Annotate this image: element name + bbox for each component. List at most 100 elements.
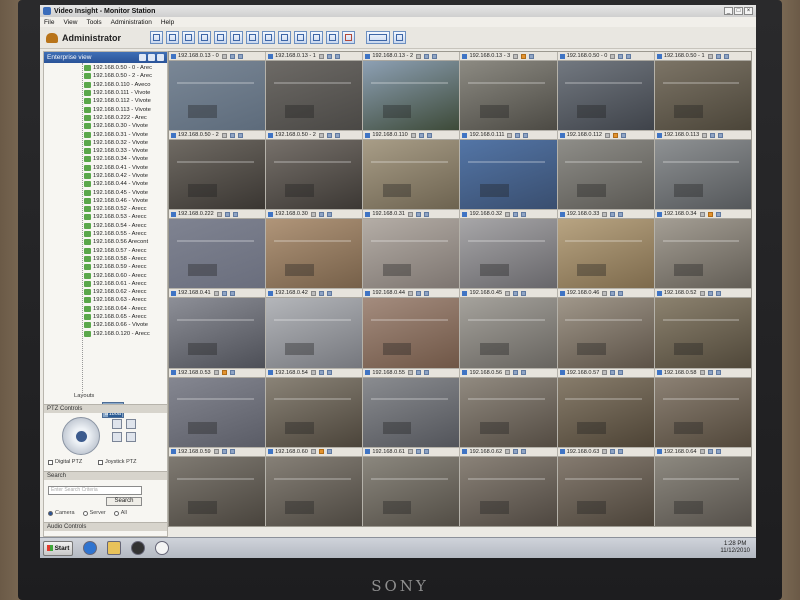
camera-video-feed[interactable] [654,456,751,526]
audio-icon[interactable] [237,132,243,138]
record-icon[interactable] [318,211,324,217]
camera-tile[interactable]: 192.168.0.58 [654,368,751,447]
snapshot-icon[interactable] [507,132,513,138]
snapshot-icon[interactable] [221,132,227,138]
tree-camera-item[interactable]: 192.168.0.32 - Vivote [44,139,167,147]
camera-tile[interactable]: 192.168.0.50 - 1 [654,52,751,131]
audio-controls-header[interactable]: Audio Controls [44,522,167,531]
tree-camera-item[interactable]: 192.168.0.44 - Vivote [44,180,167,188]
tree-camera-item[interactable]: 192.168.0.58 - Arecc [44,255,167,263]
tree-camera-item[interactable]: 192.168.0.53 - Arecc [44,213,167,221]
layout-1x1-button[interactable] [150,31,163,44]
camera-tile[interactable]: 192.168.0.46 [557,289,654,368]
record-icon[interactable] [326,53,332,59]
audio-icon[interactable] [326,211,332,217]
camera-tile[interactable]: 192.168.0.13 - 1 [266,52,363,131]
audio-icon[interactable] [334,53,340,59]
tree-camera-item[interactable]: 192.168.0.52 - Arecc [44,205,167,213]
zoom-in-button[interactable] [112,419,122,429]
record-icon[interactable] [521,53,527,59]
camera-tile[interactable]: 192.168.0.52 [654,289,751,368]
record-icon[interactable] [707,290,713,296]
camera-tile[interactable]: 192.168.0.222 [169,210,266,289]
tree-camera-item[interactable]: 192.168.0.110 - Aveco [44,81,167,89]
tree-camera-item[interactable]: 192.168.0.112 - Vivote [44,97,167,105]
record-icon[interactable] [610,370,616,376]
audio-icon[interactable] [618,211,624,217]
tree-camera-item[interactable]: 192.168.0.56 Arecont [44,238,167,246]
snapshot-icon[interactable] [610,53,616,59]
camera-tile[interactable]: 192.168.0.41 [169,289,266,368]
audio-icon[interactable] [715,290,721,296]
record-icon[interactable] [513,370,519,376]
camera-video-feed[interactable] [557,219,654,289]
record-icon[interactable] [224,211,230,217]
ptz-controls-header[interactable]: PTZ Controls [44,404,167,413]
layout-1plus7-button[interactable] [262,31,275,44]
system-clock[interactable]: 1:28 PM 11/12/2010 [720,541,750,555]
video-insight-taskbar-icon[interactable] [155,541,169,555]
camera-video-feed[interactable] [169,377,266,447]
snapshot-icon[interactable] [707,53,713,59]
audio-icon[interactable] [521,290,527,296]
camera-tile[interactable]: 192.168.0.54 [266,368,363,447]
record-button[interactable] [342,31,355,44]
zoom-out-button[interactable] [112,432,122,442]
settings-button[interactable] [393,31,406,44]
ptz-direction-pad[interactable] [62,417,100,455]
maximize-button[interactable]: □ [734,7,743,15]
tree-camera-item[interactable]: 192.168.0.50 - 2 - Arec [44,72,167,80]
record-icon[interactable] [610,449,616,455]
start-button[interactable]: Start [43,540,73,556]
camera-video-feed[interactable] [363,377,460,447]
audio-icon[interactable] [229,449,235,455]
tree-camera-item[interactable]: 192.168.0.33 - Vivote [44,147,167,155]
snapshot-icon[interactable] [310,290,316,296]
camera-tile[interactable]: 192.168.0.55 [363,368,460,447]
tree-camera-item[interactable]: 192.168.0.46 - Vivote [44,197,167,205]
snapshot-icon[interactable] [410,132,416,138]
snapshot-icon[interactable] [310,211,316,217]
camera-video-feed[interactable] [654,140,751,210]
audio-icon[interactable] [621,132,627,138]
tree-camera-item[interactable]: 192.168.0.30 - Vivote [44,122,167,130]
tree-camera-item[interactable]: 192.168.0.66 - Vivote [44,321,167,329]
camera-video-feed[interactable] [557,298,654,368]
camera-video-feed[interactable] [363,298,460,368]
record-icon[interactable] [416,449,421,455]
snapshot-icon[interactable] [505,211,511,217]
ptz-center-button[interactable] [76,431,87,442]
camera-tile[interactable]: 192.168.0.34 [654,210,751,289]
record-icon[interactable] [707,211,713,217]
audio-icon[interactable] [715,370,721,376]
tree-camera-item[interactable]: 192.168.0.63 - Arecc [44,296,167,304]
layout-2x2-button[interactable] [166,31,179,44]
camera-video-feed[interactable] [169,219,266,289]
globe-icon[interactable] [139,54,146,61]
tree-camera-item[interactable]: 192.168.0.41 - Vivote [44,164,167,172]
audio-icon[interactable] [424,449,429,455]
camera-tile[interactable]: 192.168.0.31 [363,210,460,289]
tree-camera-item[interactable]: 192.168.0.42 - Vivote [44,172,167,180]
camera-video-feed[interactable] [169,140,266,210]
audio-icon[interactable] [718,132,724,138]
camera-video-feed[interactable] [557,61,654,131]
camera-tile[interactable]: 192.168.0.50 - 2 [169,131,266,210]
folder-icon[interactable] [107,541,121,555]
record-icon[interactable] [618,53,624,59]
record-icon[interactable] [229,53,235,59]
camera-video-feed[interactable] [460,219,557,289]
search-header[interactable]: Search [44,471,167,480]
radio-server[interactable]: Server [82,510,106,516]
snapshot-icon[interactable] [213,449,219,455]
camera-video-feed[interactable] [363,140,460,210]
camera-video-feed[interactable] [557,456,654,526]
tree-camera-item[interactable]: 192.168.0.54 - Arecc [44,222,167,230]
snapshot-icon[interactable] [408,211,413,217]
camera-tile[interactable]: 192.168.0.45 [460,289,557,368]
camera-tile[interactable]: 192.168.0.57 [557,368,654,447]
layout-1plus5-button[interactable] [246,31,259,44]
audio-icon[interactable] [424,290,429,296]
snapshot-icon[interactable] [602,290,608,296]
audio-icon[interactable] [334,132,340,138]
